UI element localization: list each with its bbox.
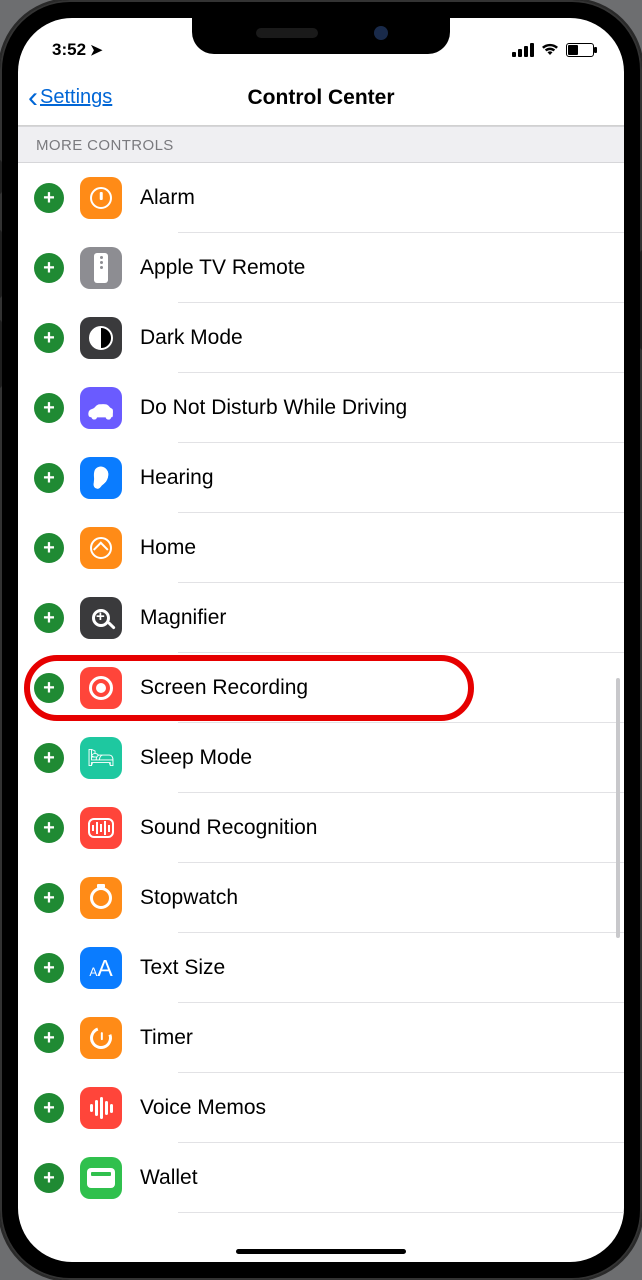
stopwatch-icon: [80, 877, 122, 919]
control-row[interactable]: + Dark Mode: [18, 303, 624, 373]
control-row[interactable]: + Hearing: [18, 443, 624, 513]
location-services-icon: ➤: [90, 41, 103, 59]
scroll-indicator[interactable]: [616, 678, 620, 938]
control-row[interactable]: + AA Text Size: [18, 933, 624, 1003]
control-row[interactable]: + Do Not Disturb While Driving: [18, 373, 624, 443]
dark-mode-icon: [80, 317, 122, 359]
control-label: Voice Memos: [140, 1096, 266, 1120]
hearing-icon: [80, 457, 122, 499]
control-label: Hearing: [140, 466, 214, 490]
cellular-signal-icon: [512, 43, 534, 57]
battery-icon: [566, 43, 594, 57]
control-row[interactable]: + Sleep Mode: [18, 723, 624, 793]
control-label: Wallet: [140, 1166, 198, 1190]
control-row[interactable]: + Wallet: [18, 1143, 624, 1213]
magnifier-icon: [80, 597, 122, 639]
add-control-button[interactable]: +: [34, 1093, 64, 1123]
control-row[interactable]: + Voice Memos: [18, 1073, 624, 1143]
add-control-button[interactable]: +: [34, 533, 64, 563]
control-row[interactable]: + Sound Recognition: [18, 793, 624, 863]
control-label: Magnifier: [140, 606, 226, 630]
timer-icon: [80, 1017, 122, 1059]
control-row[interactable]: + Timer: [18, 1003, 624, 1073]
add-control-button[interactable]: +: [34, 953, 64, 983]
add-control-button[interactable]: +: [34, 743, 64, 773]
apple-tv-remote-icon: [80, 247, 122, 289]
sleep-mode-icon: [80, 737, 122, 779]
add-control-button[interactable]: +: [34, 883, 64, 913]
add-control-button[interactable]: +: [34, 183, 64, 213]
control-label: Home: [140, 536, 196, 560]
dnd-driving-icon: [80, 387, 122, 429]
navigation-bar: ‹ Settings Control Center: [18, 70, 624, 126]
control-label: Do Not Disturb While Driving: [140, 396, 407, 420]
text-size-icon: AA: [80, 947, 122, 989]
section-header-more-controls: MORE CONTROLS: [18, 126, 624, 163]
back-label: Settings: [40, 86, 112, 109]
add-control-button[interactable]: +: [34, 1023, 64, 1053]
add-control-button[interactable]: +: [34, 603, 64, 633]
add-control-button[interactable]: +: [34, 253, 64, 283]
add-control-button[interactable]: +: [34, 323, 64, 353]
back-button[interactable]: ‹ Settings: [28, 86, 112, 109]
add-control-button[interactable]: +: [34, 1163, 64, 1193]
control-label: Stopwatch: [140, 886, 238, 910]
control-label: Dark Mode: [140, 326, 243, 350]
home-indicator[interactable]: [236, 1249, 406, 1254]
control-row[interactable]: + Magnifier: [18, 583, 624, 653]
control-row[interactable]: + Alarm: [18, 163, 624, 233]
control-row[interactable]: + Home: [18, 513, 624, 583]
control-label: Apple TV Remote: [140, 256, 305, 280]
control-label: Text Size: [140, 956, 225, 980]
sound-recognition-icon: [80, 807, 122, 849]
control-label: Screen Recording: [140, 676, 308, 700]
status-time: 3:52: [52, 40, 86, 60]
add-control-button[interactable]: +: [34, 463, 64, 493]
control-label: Sleep Mode: [140, 746, 252, 770]
control-label: Timer: [140, 1026, 193, 1050]
wifi-icon: [540, 40, 560, 61]
home-icon: [80, 527, 122, 569]
add-control-button[interactable]: +: [34, 393, 64, 423]
device-notch: [192, 18, 450, 54]
voice-memos-icon: [80, 1087, 122, 1129]
alarm-icon: [80, 177, 122, 219]
screen-recording-icon: [80, 667, 122, 709]
wallet-icon: [80, 1157, 122, 1199]
more-controls-list: + Alarm + Apple TV Remote + Dark Mode + Do Not …: [18, 163, 624, 1213]
control-row[interactable]: + Stopwatch: [18, 863, 624, 933]
control-row[interactable]: + Apple TV Remote: [18, 233, 624, 303]
add-control-button[interactable]: +: [34, 673, 64, 703]
add-control-button[interactable]: +: [34, 813, 64, 843]
control-row[interactable]: + Screen Recording: [18, 653, 624, 723]
control-label: Alarm: [140, 186, 195, 210]
control-label: Sound Recognition: [140, 816, 317, 840]
